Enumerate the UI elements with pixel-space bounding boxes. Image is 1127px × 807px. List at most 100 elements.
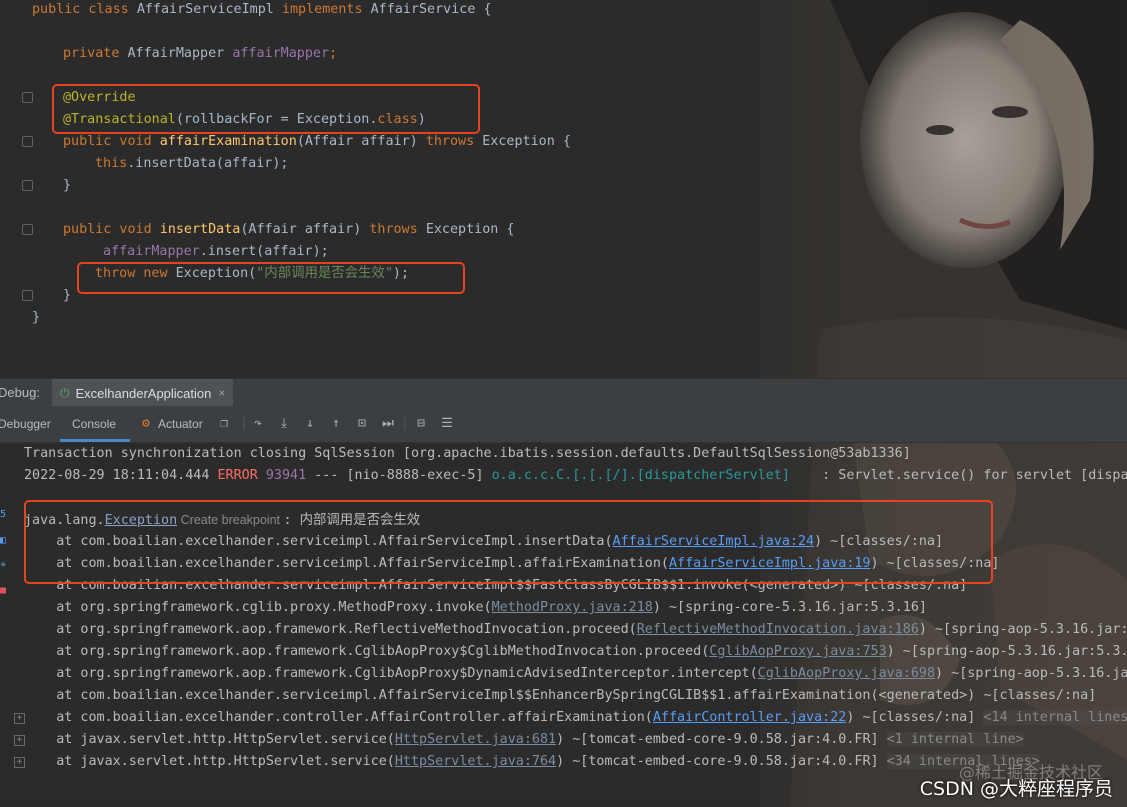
frame-text: at javax.servlet.http.HttpServlet.servic… [24,732,395,747]
log-timestamp: 2022-08-29 18:11:04.444 [24,468,218,483]
watermark: CSDN @大粹座程序员 [919,778,1113,800]
source-link[interactable]: ReflectiveMethodInvocation.java:186 [637,622,919,637]
console-output[interactable]: Transaction synchronization closing SqlS… [0,443,1127,807]
source-link[interactable]: HttpServlet.java:764 [395,754,556,769]
code-line: } [63,285,71,307]
fold-marker[interactable] [22,224,33,235]
stack-frame: at org.springframework.aop.framework.Cgl… [24,641,1127,663]
internal-lines-toggle[interactable]: <14 internal lines> [983,710,1127,725]
stack-frame: at org.springframework.aop.framework.Cgl… [24,663,1127,685]
log-logger: o.a.c.c.C.[.[.[/].[dispatcherServlet] [491,468,790,483]
marker-icon: ✳ [0,559,7,570]
close-icon[interactable]: × [218,386,225,400]
fold-marker[interactable] [22,136,33,147]
interface-name: AffairService { [370,2,492,17]
frame-text: at com.boailian.excelhander.serviceimpl.… [24,688,1097,703]
frame-suffix: ) ~[classes/:na] [846,710,984,725]
code-line: public class AffairServiceImpl implement… [32,0,492,21]
console-icon[interactable]: ⊟ [413,416,429,431]
field-name: affairMapper [232,46,330,61]
frame-text: at org.springframework.cglib.proxy.Metho… [24,600,492,615]
code-line: public void affairExamination(Affair aff… [63,131,571,153]
log-line: Transaction synchronization closing SqlS… [24,443,911,465]
debug-label: Debug: [0,385,40,400]
frame-text: at com.boailian.excelhander.controller.A… [24,710,653,725]
brace: } [63,288,72,303]
step-out-icon[interactable]: ↑ [328,416,344,431]
evaluate-icon[interactable]: ⏭ [380,416,396,431]
marker-icon: ◧ [0,535,7,546]
log-message: : Servlet.service() for servlet [dispatc… [822,468,1127,483]
stack-frame: at com.boailian.excelhander.serviceimpl.… [24,685,1096,707]
class-name: AffairServiceImpl [136,2,282,17]
internal-lines-toggle[interactable]: <1 internal line> [886,732,1024,747]
params: (Affair affair) [240,222,370,237]
layout-icon[interactable]: ❐ [216,416,232,431]
tab-debugger[interactable]: Debugger [0,417,51,431]
stack-frame: at org.springframework.aop.framework.Ref… [24,619,1127,641]
log-level: ERROR [217,468,266,483]
fold-marker[interactable] [22,290,33,301]
force-step-into-icon[interactable]: ↓ [302,416,318,431]
expand-icon[interactable]: + [14,713,25,724]
step-over-icon[interactable]: ↷ [250,416,266,431]
source-link[interactable]: MethodProxy.java:218 [492,600,653,615]
stack-frame: at org.springframework.cglib.proxy.Metho… [24,597,927,619]
separator: | [401,416,409,431]
tab-console[interactable]: Console [60,406,130,442]
method-name: insertData [159,222,241,237]
source-link[interactable]: CglibAopProxy.java:698 [758,666,935,681]
expand-icon[interactable]: + [14,757,25,768]
keyword: throws [369,222,426,237]
tab-excelhander-application[interactable]: ⏻ ExcelhanderApplication × [52,379,234,407]
step-into-icon[interactable]: ⤓ [276,416,292,431]
frame-suffix: ) ~[spring-aop-5.3.16.jar:5.3.1 [918,622,1127,637]
statement: .insertData(affair); [127,156,289,171]
code-line: this.insertData(affair); [95,153,289,175]
expand-icon[interactable]: + [14,735,25,746]
frame-suffix: ) ~[spring-aop-5.3.16.jar:5.3 [935,666,1127,681]
brace: } [63,178,72,193]
keyword: public class [32,2,137,17]
log-line: 2022-08-29 18:11:04.444 ERROR 93941 --- … [24,465,1127,487]
stack-frame: at javax.servlet.http.HttpServlet.servic… [24,729,1024,751]
method-name: affairExamination [159,134,297,149]
run-icon: ⏻ [60,385,70,400]
code-line: affairMapper.insert(affair); [103,241,329,263]
keyword: public void [63,222,160,237]
frame-suffix: ) ~[spring-core-5.3.16.jar:5.3.16] [652,600,927,615]
frame-suffix: ) ~[tomcat-embed-core-9.0.58.jar:4.0.FR] [556,732,887,747]
keyword: implements [281,2,371,17]
exception-type: Exception { [425,222,515,237]
tab-console-label: Console [72,417,117,431]
punct: ; [329,46,338,61]
highlight-box-annotations [52,84,480,134]
log-text: Transaction synchronization closing SqlS… [24,446,911,461]
run-to-cursor-icon[interactable]: ⊡ [354,416,370,431]
frame-text: at javax.servlet.http.HttpServlet.servic… [24,754,395,769]
frame-text: at org.springframework.aop.framework.Cgl… [24,644,710,659]
highlight-box-stacktrace [24,500,993,584]
keyword: public void [63,134,160,149]
marker-icon: ■ [0,585,7,596]
source-link[interactable]: AffairController.java:22 [653,710,846,725]
exception-type: Exception { [482,134,571,149]
statement: .insert(affair); [199,244,329,259]
fold-marker[interactable] [22,92,33,103]
frame-suffix: ) ~[tomcat-embed-core-9.0.58.jar:4.0.FR] [556,754,887,769]
tab-actuator[interactable]: Actuator [158,417,203,431]
frame-suffix: ) ~[spring-aop-5.3.16.jar:5.3.16] [886,644,1127,659]
stack-frame: at com.boailian.excelhander.controller.A… [24,707,1127,729]
frame-text: at org.springframework.aop.framework.Cgl… [24,666,758,681]
source-link[interactable]: HttpServlet.java:681 [395,732,556,747]
keyword: this [95,156,128,171]
type-name: AffairMapper [127,46,233,61]
code-line: } [32,307,40,329]
source-link[interactable]: CglibAopProxy.java:753 [709,644,886,659]
keyword: throws [425,134,483,149]
params: (Affair affair) [296,134,426,149]
code-editor[interactable]: public class AffairServiceImpl implement… [0,0,1127,378]
settings-list-icon[interactable]: ☰ [439,416,455,431]
fold-marker[interactable] [22,180,33,191]
code-line: } [63,175,71,197]
